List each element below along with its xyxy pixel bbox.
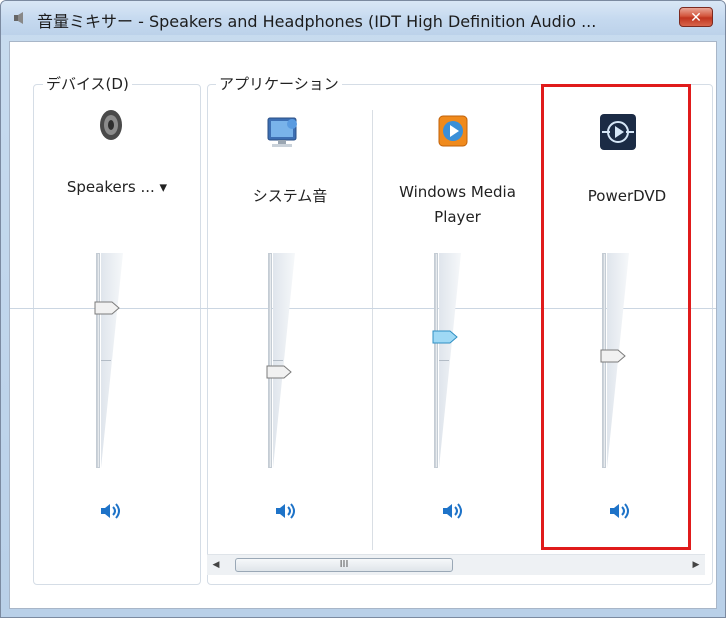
slider-tick [101,360,111,361]
app-label-windows-media-player: Windows Media Player [375,180,540,230]
slider-tick [439,360,449,361]
title-bar: 音量ミキサー - Speakers and Headphones (IDT Hi… [1,1,725,35]
close-button[interactable]: ✕ [679,7,713,27]
applications-horizontal-scrollbar[interactable]: ◀ III ▶ [207,554,705,575]
device-slider-thumb[interactable] [94,301,120,315]
app-label-system-sounds: システム音 [252,187,328,205]
speaker-device-icon [100,110,122,140]
scroll-right-arrow-icon[interactable]: ▶ [687,555,705,575]
windows-media-player-slider-thumb[interactable] [432,330,458,344]
slider-groove [434,253,438,468]
column-divider [372,110,373,550]
speaker-title-icon [14,12,23,24]
device-volume-slider[interactable] [94,253,126,468]
windows-media-player-icon [438,115,468,147]
device-dropdown[interactable]: Speakers ... ▾ [38,175,196,200]
device-group-label-text: デバイス(D) [46,75,129,93]
powerdvd-highlight-box [541,84,691,550]
volume-mixer-window: 音量ミキサー - Speakers and Headphones (IDT Hi… [0,0,726,618]
system-sounds-slider-thumb[interactable] [266,365,292,379]
slider-groove [96,253,100,468]
slider-groove [268,253,272,468]
windows-media-player-mute-button-icon[interactable] [441,501,465,521]
system-sounds-mute-button-icon[interactable] [274,501,298,521]
window-title: 音量ミキサー - Speakers and Headphones (IDT Hi… [37,12,597,31]
slider-tick [273,360,283,361]
system-sounds-volume-slider[interactable] [266,253,298,468]
device-mute-button-icon[interactable] [99,501,123,521]
system-sounds-icon [267,117,297,147]
app-label-line1: Windows Media [399,183,516,201]
scroll-left-arrow-icon[interactable]: ◀ [207,555,225,575]
applications-group-label: アプリケーション [216,73,342,94]
app-label-line2: Player [434,208,481,226]
windows-media-player-volume-slider[interactable] [432,253,464,468]
device-group-label: デバイス(D) [43,73,132,94]
mixer-client-area: デバイス(D) アプリケーション Speakers ... ▾ システム音 Wi… [9,41,717,609]
scrollbar-thumb[interactable]: III [235,558,453,572]
